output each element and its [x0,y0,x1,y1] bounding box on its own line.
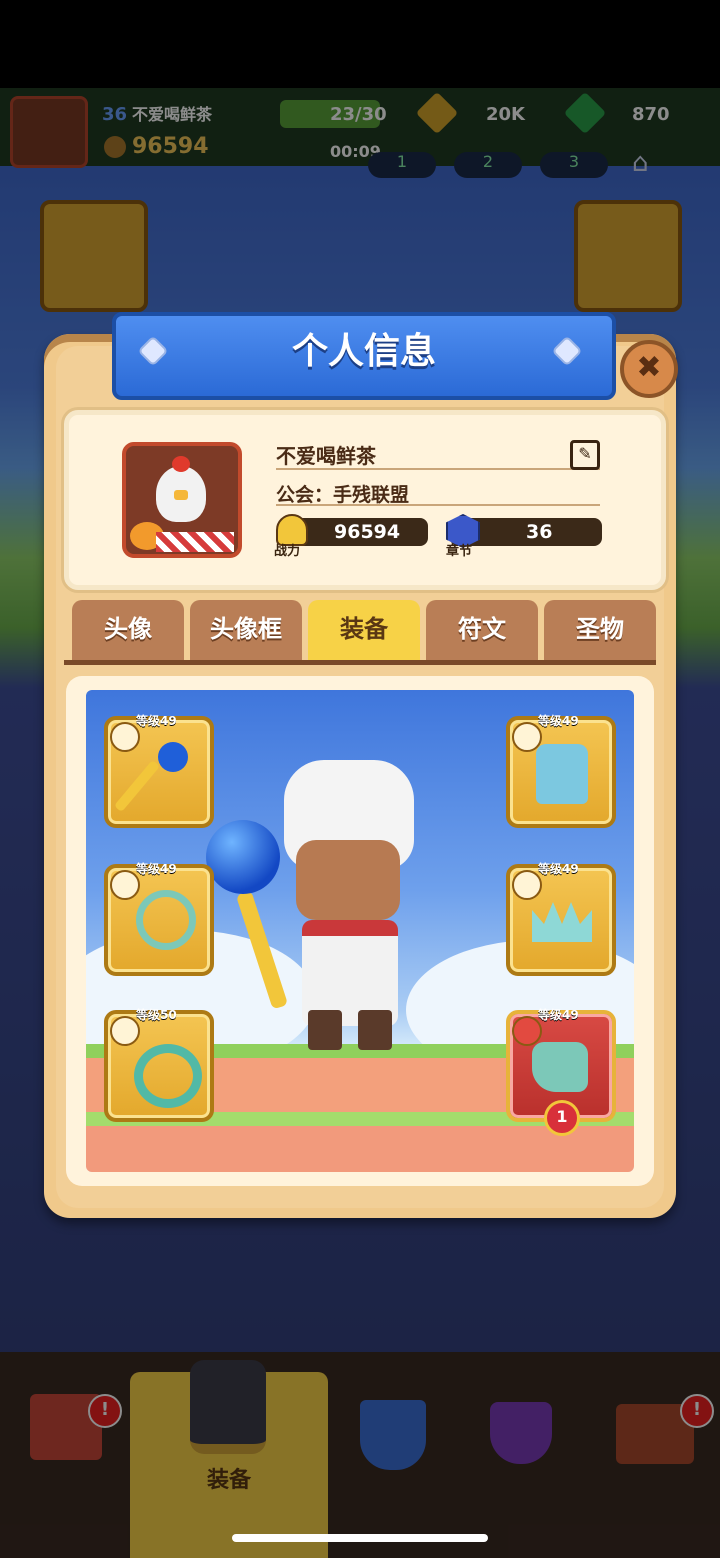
tab-underline [64,660,656,665]
hero-boot [308,1010,342,1050]
boots-icon [532,1042,588,1092]
equip-slot-weapon[interactable] [104,716,214,828]
tablecloth-icon [156,532,234,552]
equip-slot-necklace[interactable] [104,864,214,976]
armor-level: 等级49 [538,714,579,728]
ring-icon [134,1044,202,1108]
tab-equipment[interactable]: 装备 [308,600,420,660]
power-label: 战力 [274,544,301,559]
armor-icon [536,744,588,804]
tab-runes[interactable]: 符文 [426,600,538,660]
comb-icon [172,456,190,472]
equip-slot-armor[interactable] [506,716,616,828]
modal-title: 个人信息 [291,331,436,372]
edit-icon[interactable]: ✎ [570,440,600,470]
hero-face [296,840,400,920]
crown-level: 等级49 [538,862,579,876]
hero-boot [358,1010,392,1050]
profile-avatar[interactable] [122,442,242,558]
necklace-level: 等级49 [136,862,177,876]
boots-upgrade-badge: 1 [544,1100,580,1136]
power-value: 96594 [334,521,401,543]
staff-orb-icon [206,820,280,894]
ring-level: 等级50 [136,1008,177,1022]
profile-name: 不爱喝鲜茶 [276,444,376,468]
necklace-icon [136,890,196,950]
chapter-value: 36 [526,521,553,543]
weapon-level: 等级49 [136,714,177,728]
staff-icon [113,759,161,813]
equip-slot-ring[interactable] [104,1010,214,1122]
profile-name-row: 不爱喝鲜茶 [276,440,600,470]
tab-avatar-frame[interactable]: 头像框 [190,600,302,660]
beak-icon [174,490,188,500]
boots-level: 等级49 [538,1008,579,1022]
orb-icon [158,742,188,772]
crown-icon [532,902,592,942]
close-button[interactable]: ✖ [620,340,678,398]
tab-relics[interactable]: 圣物 [544,600,656,660]
close-icon: ✖ [636,350,662,385]
guild-name: 公会：手残联盟 [276,484,410,506]
guild-row: 公会：手残联盟 [276,480,600,506]
tab-avatar[interactable]: 头像 [72,600,184,660]
home-indicator [232,1534,488,1542]
chapter-label: 章节 [446,544,473,559]
equip-slot-crown[interactable] [506,864,616,976]
